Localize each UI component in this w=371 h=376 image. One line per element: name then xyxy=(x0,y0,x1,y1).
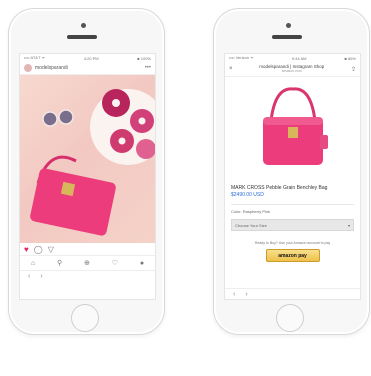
status-battery: ■ 86% xyxy=(344,55,356,61)
phones-stage: •••• AT&T ᯤ 4:20 PM ■ 100% modelsparandi… xyxy=(0,0,371,376)
share-icon[interactable]: ▽ xyxy=(48,245,54,254)
back-arrow-icon[interactable]: ‹ xyxy=(28,273,30,280)
right-phone: •••• Verizon ᯤ 9:44 AM ■ 86% × modelspar… xyxy=(213,8,370,335)
browser-nav: ‹ › xyxy=(20,270,155,281)
product-image[interactable] xyxy=(225,77,360,183)
status-time: 9:44 AM xyxy=(291,55,307,61)
post-actions: ♥ ◯ ▽ xyxy=(20,243,155,255)
post-photo[interactable] xyxy=(20,75,155,243)
chevron-down-icon: ▾ xyxy=(347,222,350,228)
sunglasses-shape xyxy=(42,109,74,127)
post-photo-art xyxy=(30,89,155,236)
speaker-grille xyxy=(67,35,97,39)
forward-arrow-icon[interactable]: › xyxy=(40,273,42,280)
instagram-tab-bar: ⌂ ⚲ ⊕ ♡ ● xyxy=(20,255,155,270)
add-post-tab-icon[interactable]: ⊕ xyxy=(84,259,90,267)
speaker-grille xyxy=(272,35,302,39)
size-select[interactable]: Choose Your Size ▾ xyxy=(231,219,354,231)
home-button[interactable] xyxy=(71,304,99,332)
product-name: MARK CROSS Pebble Grain Benchley Bag xyxy=(231,185,328,191)
status-battery: ■ 100% xyxy=(137,55,151,61)
search-tab-icon[interactable]: ⚲ xyxy=(57,259,62,267)
instagram-screen: •••• AT&T ᯤ 4:20 PM ■ 100% modelsparandi… xyxy=(19,53,156,300)
left-phone: •••• AT&T ᯤ 4:20 PM ■ 100% modelsparandi… xyxy=(8,8,165,335)
amazon-pay-button[interactable]: amazon pay xyxy=(265,249,320,262)
browser-nav: ‹ › xyxy=(225,288,360,299)
status-carrier: •••• AT&T ᯤ xyxy=(24,55,46,60)
activity-tab-icon[interactable]: ♡ xyxy=(112,259,118,267)
profile-tab-icon[interactable]: ● xyxy=(140,260,144,267)
comment-icon[interactable]: ◯ xyxy=(34,245,43,254)
home-tab-icon[interactable]: ⌂ xyxy=(31,260,35,267)
size-select-value: Choose Your Size xyxy=(235,222,267,228)
amazon-pay-label: amazon pay xyxy=(278,252,307,259)
close-icon[interactable]: × xyxy=(229,66,233,72)
like-heart-icon[interactable]: ♥ xyxy=(24,245,29,254)
forward-arrow-icon[interactable]: › xyxy=(245,291,247,298)
avatar[interactable] xyxy=(24,64,32,72)
post-username[interactable]: modelsparandi xyxy=(35,65,145,71)
camera-dot xyxy=(81,23,86,28)
more-options-icon[interactable]: ••• xyxy=(145,65,151,71)
shop-title-block: modelsparandi | Instagram Shop amazon.co… xyxy=(259,64,324,74)
shop-header: × modelsparandi | Instagram Shop amazon.… xyxy=(225,62,360,77)
product-bag-art xyxy=(263,87,328,165)
status-bar: •••• Verizon ᯤ 9:44 AM ■ 86% xyxy=(225,54,360,62)
status-bar: •••• AT&T ᯤ 4:20 PM ■ 100% xyxy=(20,54,155,62)
buy-note: Ready to Buy? Use your Amazon account to… xyxy=(254,241,331,245)
post-header: modelsparandi ••• xyxy=(20,62,155,75)
color-option: Color: Raspberry Pink xyxy=(231,209,271,214)
home-button[interactable] xyxy=(276,304,304,332)
camera-dot xyxy=(286,23,291,28)
status-time: 4:20 PM xyxy=(83,55,99,61)
status-carrier: •••• Verizon ᯤ xyxy=(229,55,254,60)
shop-subtitle: amazon.com xyxy=(281,69,302,73)
share-icon[interactable]: ⇪ xyxy=(351,66,356,73)
shop-screen: •••• Verizon ᯤ 9:44 AM ■ 86% × modelspar… xyxy=(224,53,361,300)
pink-bag-shape xyxy=(30,155,116,236)
back-arrow-icon[interactable]: ‹ xyxy=(233,291,235,298)
product-price: $2490.00 USD xyxy=(231,192,264,198)
